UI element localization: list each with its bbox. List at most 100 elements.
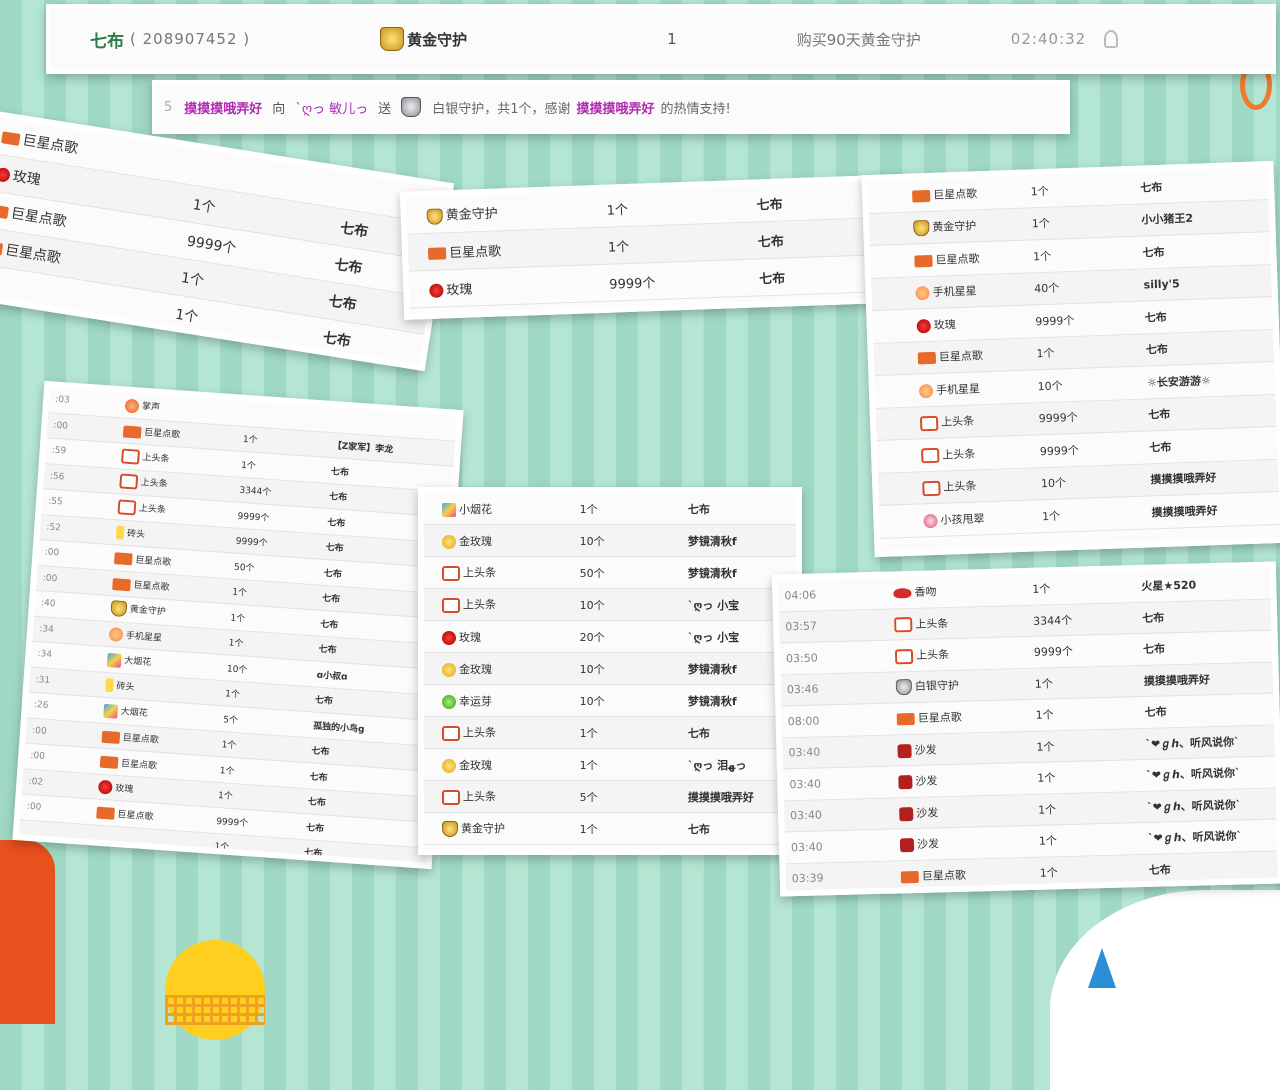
gift-name: 巨星点歌 bbox=[122, 733, 160, 746]
pin-icon[interactable] bbox=[1104, 30, 1119, 48]
gift-cell: 上头条 bbox=[107, 498, 238, 522]
user-cell[interactable]: silly'5 bbox=[1143, 274, 1271, 291]
thanks-user-link[interactable]: 摸摸摸哦弄好 bbox=[576, 98, 654, 117]
user-cell[interactable]: 七布 bbox=[1149, 858, 1278, 877]
gift-name: 巨星点歌 bbox=[921, 868, 967, 883]
user-cell[interactable]: 七布 bbox=[311, 744, 432, 765]
headline-icon bbox=[921, 447, 940, 464]
user-cell[interactable]: 七布 bbox=[307, 795, 428, 816]
gift-cell: 巨星点歌 bbox=[870, 248, 1033, 270]
count-cell: 9999个 bbox=[215, 816, 249, 829]
user-cell[interactable]: 七布 bbox=[306, 820, 427, 841]
user-cell[interactable]: 火星★520 bbox=[1141, 575, 1270, 594]
user-cell[interactable]: 七布 bbox=[1149, 435, 1277, 455]
user-cell[interactable]: 七布 bbox=[321, 327, 422, 362]
gift-cell: 巨星点歌 bbox=[896, 707, 1036, 727]
user-cell[interactable]: ☼长安游游☼ bbox=[1147, 370, 1275, 390]
count-cell: 1个 bbox=[217, 791, 234, 803]
count-cell: 1个 bbox=[1039, 866, 1058, 880]
count-cell: 1个 bbox=[1037, 803, 1057, 817]
gift-name: 大烟花 bbox=[123, 656, 152, 669]
count-cell bbox=[245, 413, 335, 419]
count-cell: 1个 bbox=[242, 435, 258, 447]
gift-cell: 金玫瑰 bbox=[424, 661, 580, 677]
user-cell[interactable]: 【Z家军】李龙 bbox=[332, 438, 453, 459]
song-icon bbox=[914, 254, 933, 268]
gift-cell: 黄金守护 bbox=[406, 199, 607, 225]
user-cell[interactable]: ˋ❤ℊℎ、听风说你ˋ bbox=[1148, 827, 1277, 846]
user-cell[interactable]: 七布 bbox=[1145, 305, 1273, 325]
gold-guard-icon bbox=[380, 27, 405, 51]
sender-link[interactable]: 摸摸摸哦弄好 bbox=[184, 98, 262, 117]
clap-icon bbox=[124, 398, 140, 414]
user-cell[interactable] bbox=[335, 419, 455, 427]
gift-name: 手机星星 bbox=[935, 382, 981, 397]
count-cell: 10个 bbox=[1037, 379, 1063, 394]
gift-name: 玫瑰 bbox=[459, 630, 481, 644]
headline-icon bbox=[922, 480, 941, 496]
gift-name: 巨星点歌 bbox=[117, 809, 154, 823]
gift-name: 巨星点歌 bbox=[932, 187, 978, 202]
gift-name: 巨星点歌 bbox=[133, 580, 170, 594]
user-cell[interactable]: 摸摸摸哦弄好 bbox=[1144, 669, 1273, 688]
gift-name: 沙发 bbox=[915, 774, 938, 789]
gift-cell: 玫瑰 bbox=[409, 273, 610, 299]
gift-cell: 沙发 bbox=[897, 739, 1036, 759]
sofa-icon bbox=[899, 806, 914, 822]
gift-name: 香吻 bbox=[914, 585, 937, 600]
time-cell: 03:40 bbox=[789, 777, 822, 792]
gift-name: 巨星点歌 bbox=[935, 251, 980, 267]
gift-card-a: 巨星点歌 玫瑰 1个 七布 巨星点歌 9999个 七布 巨星点歌 1个 七布 1个 七布 bbox=[0, 110, 455, 372]
user-cell[interactable]: ˋ❤ℊℎ、听风说你ˋ bbox=[1145, 732, 1274, 751]
user-cell[interactable]: 七布 bbox=[758, 227, 879, 250]
time-cell: 03:39 bbox=[791, 871, 824, 886]
gold-guard-icon bbox=[110, 600, 128, 618]
user-cell[interactable]: 七布 bbox=[1140, 175, 1268, 195]
user-cell[interactable]: 梦镜清秋f bbox=[688, 533, 796, 549]
user-cell[interactable]: ˋ❤ℊℎ、听风说你ˋ bbox=[1146, 764, 1275, 783]
user-cell[interactable]: 孤独的小鸟g bbox=[313, 718, 434, 739]
user-cell[interactable]: ˋ❤ℊℎ、听风说你ˋ bbox=[1147, 795, 1276, 814]
gift-cell: 巨星点歌 bbox=[900, 864, 1040, 884]
user-cell[interactable]: 七布 bbox=[1143, 638, 1272, 657]
time-cell: :34 bbox=[38, 623, 55, 635]
user-cell[interactable]: 七布 bbox=[1148, 402, 1276, 422]
count-cell: 1个 bbox=[214, 842, 230, 854]
user-cell[interactable]: 七布 bbox=[1142, 240, 1270, 260]
gift-count: 1 bbox=[667, 30, 677, 48]
gift-name: 上头条 bbox=[138, 503, 167, 516]
receiver-link[interactable]: ˋღっ 敏儿っ bbox=[295, 98, 368, 117]
user-cell[interactable]: 七布 bbox=[1142, 606, 1271, 625]
headline-icon bbox=[894, 616, 913, 633]
user-cell[interactable]: 七布 bbox=[304, 845, 425, 866]
time-cell: 03:50 bbox=[785, 651, 818, 666]
user-cell[interactable]: 七布 bbox=[688, 501, 796, 517]
gift-name: 玫瑰 bbox=[446, 281, 473, 298]
user-cell[interactable]: 小小猪王2 bbox=[1141, 207, 1269, 227]
firework-icon bbox=[106, 652, 122, 668]
user-cell[interactable]: 七布 bbox=[309, 769, 430, 790]
gift-cell: 砖头 bbox=[95, 677, 226, 701]
headline-icon bbox=[442, 597, 460, 613]
gift-name: 玫瑰 bbox=[114, 783, 134, 795]
user-cell[interactable]: 摸摸摸哦弄好 bbox=[1150, 467, 1278, 487]
user-cell[interactable]: 七布 bbox=[1144, 701, 1273, 720]
gift-name: 沙发 bbox=[916, 837, 940, 852]
count-cell: 1个 bbox=[228, 638, 244, 650]
count-cell: 9999个 bbox=[1033, 645, 1074, 660]
user-cell[interactable]: 七布 bbox=[331, 464, 452, 485]
user-cell[interactable]: 摸摸摸哦弄好 bbox=[1151, 500, 1279, 520]
user-cell[interactable]: 七布 bbox=[759, 264, 880, 287]
gift-name: 巨星点歌 bbox=[21, 132, 80, 158]
time-cell: :31 bbox=[35, 674, 51, 686]
song-icon bbox=[112, 577, 131, 591]
count-cell: 9999个 bbox=[237, 511, 270, 524]
user-name[interactable]: 七布 bbox=[90, 27, 124, 52]
count-cell: 1个 bbox=[1041, 509, 1061, 523]
sofa-icon bbox=[898, 775, 913, 790]
user-cell[interactable]: 七布 bbox=[756, 190, 877, 213]
user-cell[interactable]: 七布 bbox=[1146, 337, 1274, 357]
time-cell: :34 bbox=[37, 649, 53, 661]
gift-cell bbox=[85, 837, 215, 846]
gift-name: 上头条 bbox=[943, 479, 977, 494]
